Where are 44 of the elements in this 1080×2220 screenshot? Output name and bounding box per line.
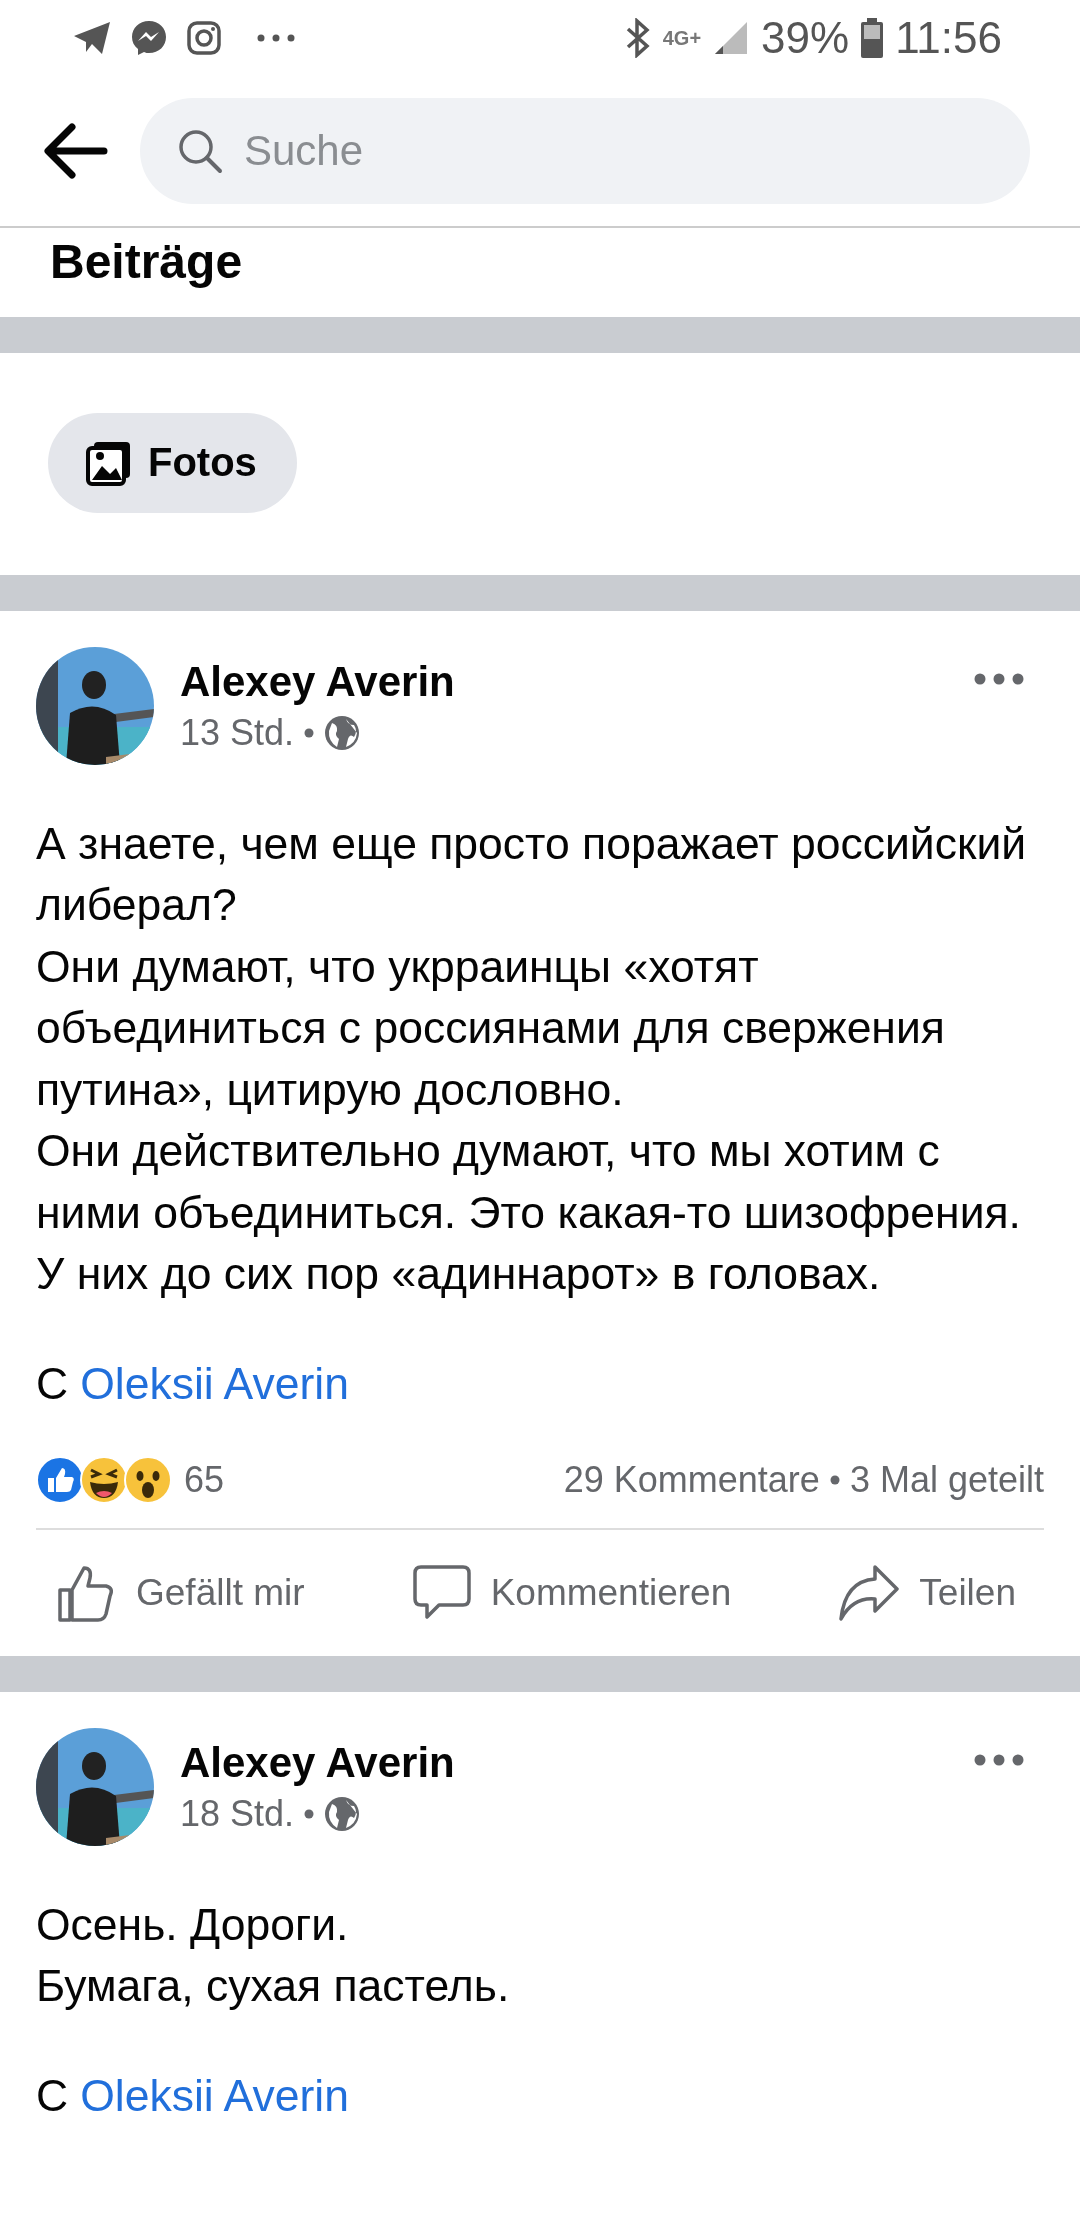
photos-icon bbox=[86, 439, 132, 486]
credit-prefix: С bbox=[36, 2069, 69, 2122]
surprised-emoji-icon bbox=[124, 1455, 172, 1504]
like-button[interactable]: Gefällt mir bbox=[48, 1555, 313, 1630]
author-name[interactable]: Alexey Averin bbox=[180, 657, 948, 706]
thumbs-up-icon bbox=[56, 1563, 116, 1622]
laughing-emoji-icon bbox=[80, 1455, 128, 1504]
globe-icon bbox=[324, 714, 361, 751]
section-heading: Beiträge bbox=[50, 236, 244, 289]
profile-link[interactable]: Oleksii Averin bbox=[80, 2064, 349, 2126]
battery-level: 39% bbox=[761, 13, 850, 63]
signal-icon bbox=[713, 20, 750, 56]
post-text: Осень. Дороги. Бумага, сухая пастель. bbox=[36, 1898, 511, 2013]
separator-dot-icon bbox=[304, 727, 315, 738]
speech-bubble-icon bbox=[412, 1564, 471, 1621]
more-options-button[interactable] bbox=[974, 672, 1024, 685]
separator-dot-icon bbox=[304, 1808, 315, 1819]
comment-button[interactable]: Kommentieren bbox=[404, 1556, 740, 1629]
comment-count[interactable]: 29 Kommentare bbox=[563, 1458, 820, 1501]
share-count[interactable]: 3 Mal geteilt bbox=[849, 1458, 1044, 1501]
camera-icon bbox=[186, 20, 222, 56]
post-text: А знаете, чем еще просто поражает российский либерал? Они думают, что укрраинцы «хотят объединиться с россиянами для свержения путина», цитирую дословно. Они действительно думают, что мы хотим с ними объединиться. Это какая-то шизофрения. У них до сих пор «адиннарот» в головах. bbox=[36, 817, 1028, 1301]
more-icon bbox=[256, 33, 296, 43]
post-time[interactable]: 13 Std. bbox=[180, 711, 295, 754]
battery-icon bbox=[861, 18, 884, 58]
globe-icon bbox=[324, 1795, 361, 1832]
share-arrow-icon bbox=[839, 1564, 900, 1621]
clock: 11:56 bbox=[895, 13, 1002, 63]
share-button[interactable]: Teilen bbox=[831, 1556, 1024, 1629]
bluetooth-icon bbox=[624, 18, 651, 58]
more-options-button[interactable] bbox=[974, 1753, 1024, 1766]
search-icon bbox=[176, 127, 224, 175]
network-type: 4G+ bbox=[662, 28, 702, 48]
like-reaction-icon bbox=[36, 1455, 84, 1504]
author-name[interactable]: Alexey Averin bbox=[180, 1738, 948, 1787]
credit-prefix: С bbox=[36, 1357, 69, 1410]
paper-plane-icon bbox=[72, 20, 112, 56]
photos-chip[interactable]: Fotos bbox=[48, 412, 297, 513]
profile-link[interactable]: Oleksii Averin bbox=[80, 1352, 349, 1414]
separator-dot-icon bbox=[829, 1474, 840, 1485]
messenger-icon bbox=[130, 19, 168, 57]
reaction-count[interactable]: 65 bbox=[184, 1458, 225, 1501]
search-field[interactable]: Suche bbox=[140, 98, 1030, 204]
post-time[interactable]: 18 Std. bbox=[180, 1792, 295, 1835]
